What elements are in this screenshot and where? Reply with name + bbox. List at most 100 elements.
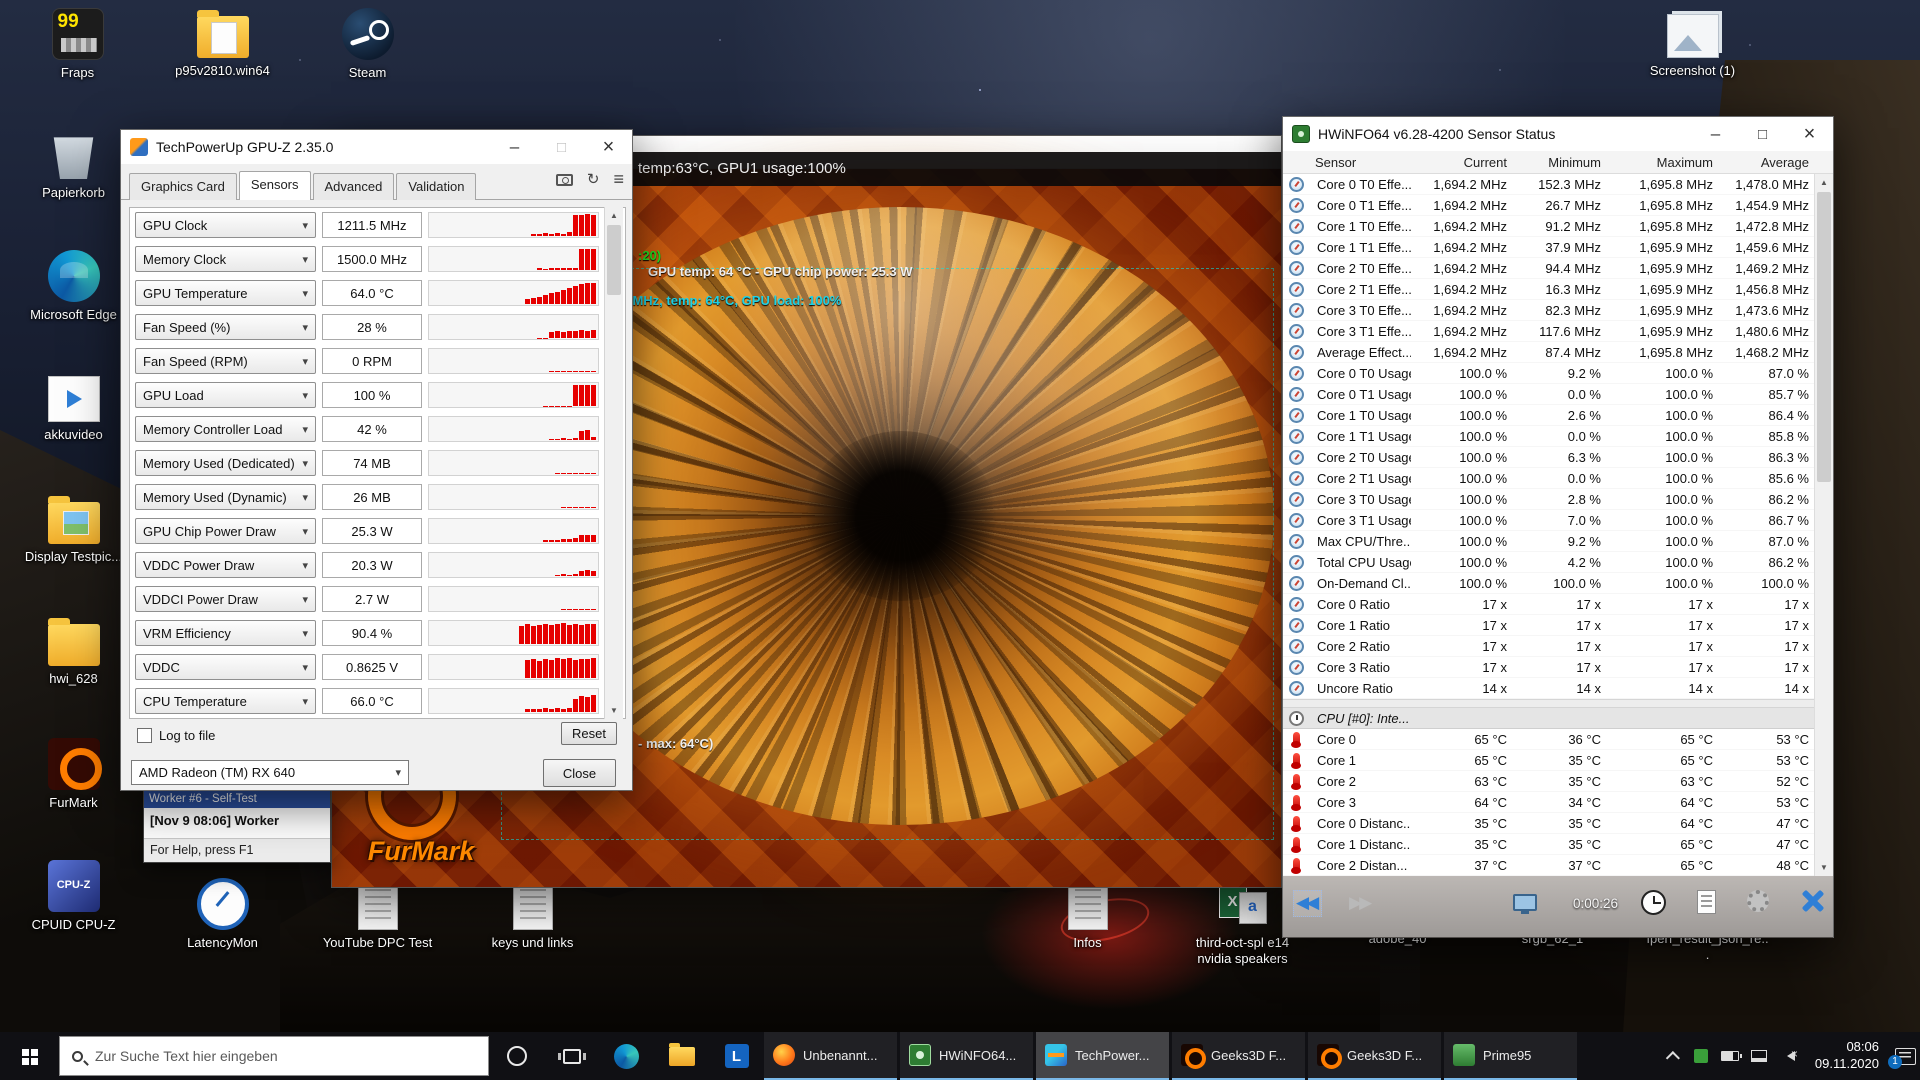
report-icon[interactable] [1697,890,1716,914]
edge-taskbar-button[interactable] [599,1032,654,1080]
sensor-row[interactable]: Core 1 T1 Usage 100.0 % 0.0 % 100.0 % 85… [1283,426,1833,447]
sensor-select[interactable]: GPU Clock [135,212,316,238]
desktop-icon[interactable]: Papierkorb [11,128,136,241]
sensor-row[interactable]: Core 1 65 °C 35 °C 65 °C 53 °C [1283,750,1833,771]
gpuz-tab[interactable]: Graphics Card [129,173,237,200]
taskbar-app-button[interactable]: Geeks3D F... [1172,1032,1305,1080]
volume-button[interactable] [1774,1032,1803,1080]
sensor-row[interactable]: Uncore Ratio 14 x 14 x 14 x 14 x [1283,678,1833,699]
hwinfo-scrollbar[interactable] [1814,174,1833,876]
sensor-row[interactable]: Core 0 T1 Effe... 1,694.2 MHz 26.7 MHz 1… [1283,195,1833,216]
desktop-icon[interactable]: Fraps [15,8,140,81]
sensor-row[interactable]: Core 1 Distanc... 35 °C 35 °C 65 °C 47 °… [1283,834,1833,855]
taskbar-app-button[interactable]: Prime95 [1444,1032,1577,1080]
device-select[interactable]: AMD Radeon (TM) RX 640 [131,760,409,785]
file-explorer-button[interactable] [654,1032,709,1080]
tray-hwinfo-button[interactable] [1687,1032,1716,1080]
scroll-thumb[interactable] [607,225,621,295]
menu-icon[interactable] [613,169,624,190]
network-button[interactable] [1745,1032,1774,1080]
desktop-icon[interactable]: CPUID CPU-Z [11,860,136,973]
sensor-row[interactable]: Core 3 Ratio 17 x 17 x 17 x 17 x [1283,657,1833,678]
desktop-icon[interactable]: Display Testpic... [11,494,136,607]
hwinfo-window[interactable]: HWiNFO64 v6.28-4200 Sensor Status Sensor… [1282,116,1834,938]
sensor-row[interactable]: Average Effect... 1,694.2 MHz 87.4 MHz 1… [1283,342,1833,363]
hwinfo-titlebar[interactable]: HWiNFO64 v6.28-4200 Sensor Status [1283,117,1833,151]
close-sensors-icon[interactable] [1799,888,1825,914]
desktop-icon[interactable]: Infos [1025,878,1150,966]
taskbar-clock[interactable]: 08:06 09.11.2020 [1815,1039,1879,1073]
sensor-row[interactable] [1283,699,1833,708]
sensor-select[interactable]: VDDC Power Draw [135,552,316,578]
cortana-button[interactable] [489,1032,544,1080]
sensor-select[interactable]: CPU Temperature [135,688,316,714]
close-button[interactable] [585,130,632,164]
start-button[interactable] [0,1032,59,1080]
sensor-select[interactable]: VDDC [135,654,316,680]
sensor-row[interactable]: Core 1 T0 Usage 100.0 % 2.6 % 100.0 % 86… [1283,405,1833,426]
scroll-up-icon[interactable] [605,207,623,224]
sensor-row[interactable]: Core 0 T1 Usage 100.0 % 0.0 % 100.0 % 85… [1283,384,1833,405]
monitor-icon[interactable] [1513,894,1537,911]
taskbar-app-button[interactable]: HWiNFO64... [900,1032,1033,1080]
sensor-row[interactable]: Core 2 T0 Effe... 1,694.2 MHz 94.4 MHz 1… [1283,258,1833,279]
sensor-select[interactable]: GPU Load [135,382,316,408]
column-current[interactable]: Current [1411,155,1507,170]
desktop-icon[interactable]: Steam [305,8,430,81]
tray-expand-button[interactable] [1663,1032,1687,1080]
sensor-row[interactable]: Core 0 T0 Effe... 1,694.2 MHz 152.3 MHz … [1283,174,1833,195]
minimize-button[interactable] [1692,117,1739,151]
close-button[interactable] [1786,117,1833,151]
column-maximum[interactable]: Maximum [1601,155,1713,170]
gpuz-tab[interactable]: Validation [396,173,476,200]
minimize-button[interactable] [491,130,538,164]
sensor-row[interactable]: Core 2 63 °C 35 °C 63 °C 52 °C [1283,771,1833,792]
scroll-up-icon[interactable] [1815,174,1833,191]
desktop-icon[interactable]: FurMark [11,738,136,851]
sensor-select[interactable]: Fan Speed (%) [135,314,316,340]
sensor-select[interactable]: VRM Efficiency [135,620,316,646]
gpuz-tab[interactable]: Advanced [313,173,395,200]
desktop-icon[interactable]: p95v2810.win64 [160,8,285,81]
sensor-row[interactable]: Max CPU/Thre... 100.0 % 9.2 % 100.0 % 87… [1283,531,1833,552]
sensor-row[interactable]: CPU [#0]: Inte... [1283,708,1833,729]
sensor-select[interactable]: Fan Speed (RPM) [135,348,316,374]
sensor-row[interactable]: Core 0 T0 Usage 100.0 % 9.2 % 100.0 % 87… [1283,363,1833,384]
gpuz-scrollbar[interactable] [604,207,623,719]
refresh-icon[interactable] [587,170,600,189]
sensor-row[interactable]: Core 3 64 °C 34 °C 64 °C 53 °C [1283,792,1833,813]
desktop-icon[interactable]: Microsoft Edge [11,250,136,363]
prime95-window[interactable]: Worker #6 - Self-Test [Nov 9 08:06] Work… [143,790,331,863]
scroll-down-icon[interactable] [1815,859,1833,876]
sensor-row[interactable]: Core 0 Distanc... 35 °C 35 °C 64 °C 47 °… [1283,813,1833,834]
sensor-row[interactable]: Core 3 T0 Effe... 1,694.2 MHz 82.3 MHz 1… [1283,300,1833,321]
sensor-row[interactable]: Core 3 T0 Usage 100.0 % 2.8 % 100.0 % 86… [1283,489,1833,510]
column-sensor[interactable]: Sensor [1315,155,1411,170]
sensor-row[interactable]: Core 3 T1 Effe... 1,694.2 MHz 117.6 MHz … [1283,321,1833,342]
gpuz-window[interactable]: TechPowerUp GPU-Z 2.35.0 Graphics Card S… [120,129,633,791]
scroll-thumb[interactable] [1817,192,1831,482]
checkbox-icon[interactable] [137,728,152,743]
sensor-row[interactable]: Total CPU Usage 100.0 % 4.2 % 100.0 % 86… [1283,552,1833,573]
desktop-icon[interactable]: keys und links [470,878,595,966]
taskbar-search[interactable]: Zur Suche Text hier eingeben [59,1036,489,1076]
sensor-select[interactable]: GPU Chip Power Draw [135,518,316,544]
maximize-button[interactable] [1739,117,1786,151]
reset-button[interactable]: Reset [561,722,617,745]
close-button-bottom[interactable]: Close [543,759,616,787]
prime95-titlebar[interactable]: Worker #6 - Self-Test [144,791,330,808]
desktop-icon[interactable]: LatencyMon [160,878,285,966]
sensor-row[interactable]: Core 2 T1 Usage 100.0 % 0.0 % 100.0 % 85… [1283,468,1833,489]
gpuz-tab[interactable]: Sensors [239,171,311,200]
sensor-select[interactable]: Memory Controller Load [135,416,316,442]
sensor-row[interactable]: On-Demand Cl... 100.0 % 100.0 % 100.0 % … [1283,573,1833,594]
gpuz-titlebar[interactable]: TechPowerUp GPU-Z 2.35.0 [121,130,632,164]
desktop-icon[interactable]: Screenshot (1) [1630,8,1755,79]
settings-gear-icon[interactable] [1747,890,1769,912]
log-to-file-checkbox[interactable]: Log to file [137,728,215,743]
move-down-arrows-button[interactable] [1347,890,1371,916]
clock-icon[interactable] [1641,890,1666,915]
task-view-button[interactable] [544,1032,599,1080]
battery-button[interactable] [1716,1032,1745,1080]
action-center-button[interactable]: 1 [1891,1032,1920,1080]
